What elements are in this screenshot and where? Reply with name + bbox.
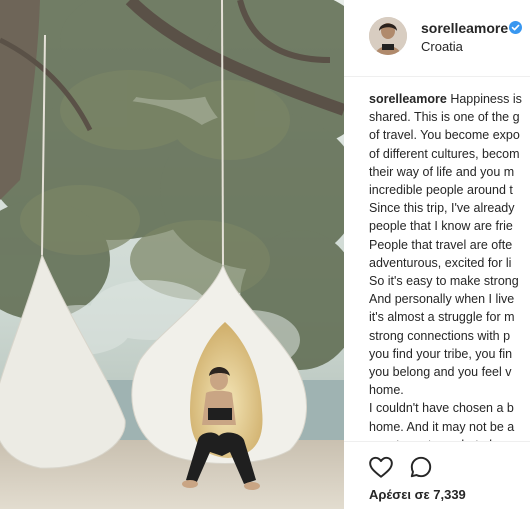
post-location[interactable]: Croatia bbox=[421, 39, 463, 54]
comment-icon[interactable] bbox=[408, 454, 434, 480]
caption-line: strong connections with p bbox=[369, 328, 511, 343]
caption-line: of travel. You become expo bbox=[369, 128, 520, 143]
caption-line: adventurous, excited for li bbox=[369, 255, 512, 270]
post-header: sorelleamore Croatia bbox=[344, 0, 530, 77]
likes-count[interactable]: Αρέσει σε 7,339 bbox=[369, 487, 466, 502]
caption-line: home. And it may not be a bbox=[369, 419, 515, 434]
caption-line: you belong and you feel v bbox=[369, 365, 512, 380]
caption-line: home. bbox=[369, 383, 404, 398]
heart-icon[interactable] bbox=[368, 454, 394, 480]
caption-username[interactable]: sorelleamore bbox=[369, 92, 447, 106]
caption-line: And personally when I live bbox=[369, 292, 515, 307]
caption-line: of different cultures, becom bbox=[369, 146, 520, 161]
post-caption: sorelleamore Happiness is shared. This i… bbox=[369, 90, 530, 454]
caption-line: it's almost a struggle for m bbox=[369, 310, 515, 325]
caption-line: people that I know are frie bbox=[369, 219, 513, 234]
caption-text: Happiness is bbox=[450, 92, 522, 106]
caption-line: you find your tribe, you fin bbox=[369, 346, 513, 361]
post-actions: Αρέσει σε 7,339 bbox=[344, 441, 530, 509]
post-username[interactable]: sorelleamore bbox=[421, 20, 508, 36]
verified-badge-icon bbox=[509, 21, 522, 34]
post-side-panel: sorelleamore Croatia sorelleamore Happin… bbox=[344, 0, 530, 509]
caption-line: sorelleamore Happiness is bbox=[369, 90, 530, 108]
caption-line: So it's easy to make strong bbox=[369, 274, 519, 289]
caption-line: Since this trip, I've already bbox=[369, 201, 515, 216]
post-photo[interactable] bbox=[0, 0, 344, 509]
caption-line: incredible people around t bbox=[369, 183, 513, 198]
caption-line: People that travel are ofte bbox=[369, 237, 513, 252]
avatar-image bbox=[369, 17, 407, 55]
hanging-tent-photo bbox=[0, 0, 344, 509]
caption-line: I couldn't have chosen a b bbox=[369, 401, 514, 416]
caption-line: shared. This is one of the g bbox=[369, 110, 520, 125]
avatar[interactable] bbox=[369, 17, 407, 55]
caption-line: their way of life and you m bbox=[369, 164, 515, 179]
